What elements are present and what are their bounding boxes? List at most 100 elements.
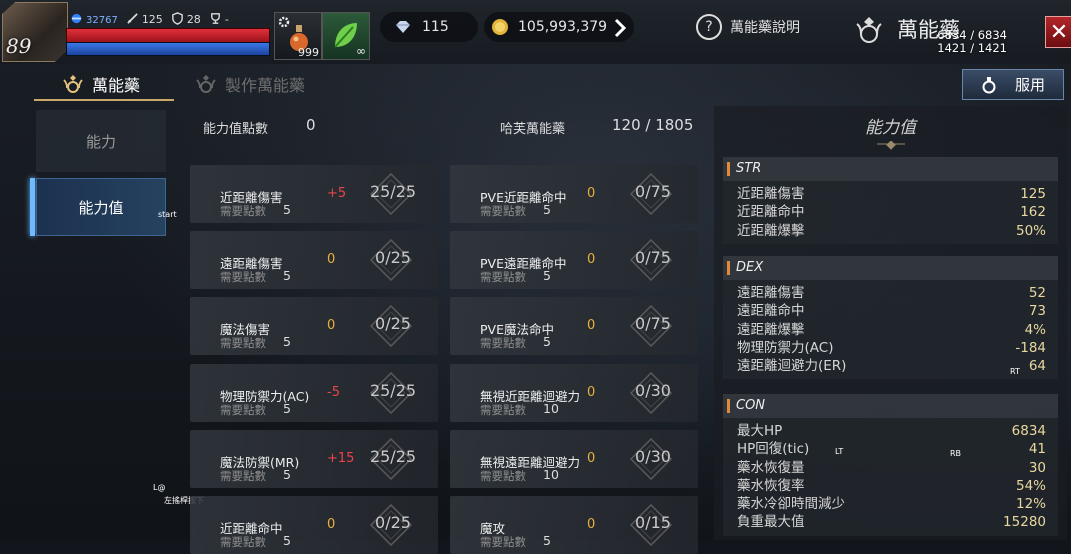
need-points-label: 需要點數: [220, 403, 266, 417]
stat-cell[interactable]: PVE魔法命中 需要點數 5 0 0/75: [450, 297, 698, 355]
points-label: 能力值點數: [203, 122, 269, 137]
stat-cell[interactable]: 近距離命中 需要點數 5 0 0/25: [190, 496, 438, 554]
diamond-icon: [396, 21, 410, 33]
stat-group-con: CON 最大HP 6834 HP回復(tic) 41 藥水恢復量 30 藥水恢復率 54% 藥水冷…: [723, 394, 1058, 536]
stat-cell[interactable]: 物理防禦力(AC) 需要點數 5 -5 25/25: [190, 364, 438, 422]
stat-row-label: 近距離爆擊: [737, 222, 805, 239]
stat-cell[interactable]: 無視近距離迴避力 需要點數 10 0 0/30: [450, 364, 698, 422]
trophy-icon: [210, 13, 220, 24]
stat-row: 遠距離迴避力(ER) 64: [737, 357, 1046, 375]
stat-cell[interactable]: 近距離傷害 需要點數 5 +5 25/25: [190, 165, 438, 223]
stat-row-value: 30: [1028, 459, 1046, 476]
stat-row-value: 52: [1028, 285, 1046, 301]
stat-delta: 0: [327, 517, 336, 532]
stat-row-label: 遠距離迴避力(ER): [737, 358, 847, 375]
player-stats: 32767 125 28 -: [70, 12, 229, 26]
lb-hint: L@: [153, 483, 166, 492]
stat-progress: 25/25: [369, 381, 417, 400]
stat-progress: 0/75: [635, 314, 671, 333]
need-points-value: 5: [283, 268, 291, 283]
stat-delta: +5: [327, 186, 347, 201]
stat-progress: 0/30: [635, 381, 671, 400]
potion-slot[interactable]: 999: [274, 12, 322, 60]
chevron-right-icon[interactable]: [613, 18, 627, 38]
stat-row: 近距離爆擊 50%: [737, 222, 1046, 240]
stat-row-value: 6834: [1011, 423, 1046, 439]
stat-row-label: 遠距離命中: [737, 303, 805, 320]
need-points-value: 5: [543, 202, 551, 217]
stat-row: 遠距離爆擊 4%: [737, 321, 1046, 339]
elixir-label: 哈芙萬能藥: [500, 122, 566, 137]
stat-delta: -5: [327, 385, 340, 400]
stat-cell[interactable]: 魔攻 需要點數 5 0 0/15: [450, 496, 698, 554]
close-button[interactable]: ✕: [1045, 16, 1071, 48]
help-button[interactable]: ? 萬能藥說明: [696, 14, 800, 40]
infinity-icon: ∞: [356, 44, 366, 58]
mp-bar: [66, 42, 270, 56]
use-button[interactable]: 服用: [962, 69, 1064, 100]
stats-panel-title: 能力值: [865, 118, 916, 138]
hp-bar: [66, 28, 270, 43]
stat-cell[interactable]: 遠距離傷害 需要點數 5 0 0/25: [190, 231, 438, 289]
question-icon: ?: [696, 14, 722, 40]
need-points-value: 5: [543, 334, 551, 349]
potion-count: 999: [298, 46, 319, 59]
stat-cell[interactable]: PVE近距離命中 需要點數 5 0 0/75: [450, 165, 698, 223]
stat-delta: 0: [587, 451, 596, 466]
stat-row-value: 50%: [1015, 222, 1046, 239]
stat-row: 藥水恢復量 30: [737, 459, 1046, 477]
stat-cell[interactable]: PVE遠距離命中 需要點數 5 0 0/75: [450, 231, 698, 289]
stat-row-value: 125: [1020, 186, 1046, 202]
shield-icon: [171, 12, 183, 25]
need-points-label: 需要點數: [220, 204, 266, 218]
elixir-slot[interactable]: ∞: [322, 12, 370, 60]
start-hint: start: [158, 210, 177, 219]
stat-group-header: DEX: [723, 256, 1058, 280]
sidebar-item-stats[interactable]: 能力值: [36, 178, 166, 236]
stat-row-label: 藥水冷卻時間減少: [737, 496, 845, 513]
need-points-value: 10: [543, 467, 559, 482]
stat-row-label: 藥水恢復率: [737, 477, 805, 494]
stat-row-label: 近距離命中: [737, 204, 805, 221]
stat-group-str: STR 近距離傷害 125 近距離命中 162 近距離爆擊 50%: [723, 157, 1058, 244]
stat-delta: 0: [587, 385, 596, 400]
need-points-label: 需要點數: [220, 270, 266, 284]
stat-cell[interactable]: 魔法傷害 需要點數 5 0 0/25: [190, 297, 438, 355]
stat-progress: 0/15: [635, 513, 671, 532]
stat-row-label: 最大HP: [737, 423, 783, 439]
stat-row-value: 12%: [1015, 496, 1046, 513]
gold-currency: 105,993,379: [484, 12, 634, 42]
stat-cell[interactable]: 無視遠距離迴避力 需要點數 10 0 0/30: [450, 430, 698, 488]
elixir-value: 120 / 1805: [612, 116, 694, 134]
stat-delta: 0: [327, 252, 336, 267]
craft-tab-icon: [196, 75, 216, 93]
avatar[interactable]: 89: [2, 2, 68, 62]
stat-progress: 0/30: [635, 447, 671, 466]
stat-row: 遠距離傷害 52: [737, 284, 1046, 302]
stat-progress: 0/75: [635, 182, 671, 201]
tab-craft-elixir[interactable]: 製作萬能藥: [195, 72, 305, 96]
stat-row-value: 162: [1020, 204, 1046, 221]
points-value: 0: [306, 116, 316, 134]
sidebar-item-ability[interactable]: 能力: [36, 110, 166, 172]
ornament-icon: [877, 141, 905, 150]
need-points-value: 5: [283, 401, 291, 416]
tab-elixir[interactable]: 萬能藥: [62, 72, 140, 96]
stat-row-value: 73: [1028, 303, 1046, 320]
flask-icon: [982, 76, 996, 93]
stat-row-label: 負重最大值: [737, 514, 805, 531]
need-points-value: 5: [283, 334, 291, 349]
need-points-value: 10: [543, 401, 559, 416]
stat-row: 物理防禦力(AC) -184: [737, 339, 1046, 357]
stat-row-value: 41: [1028, 441, 1046, 458]
close-icon: ✕: [1049, 19, 1069, 45]
stat-delta: 0: [587, 252, 596, 267]
stat-row: 最大HP 6834: [737, 422, 1046, 440]
stat-row: HP回復(tic) 41: [737, 440, 1046, 458]
need-points-value: 5: [543, 533, 551, 548]
stat-cell[interactable]: 魔法防禦(MR) 需要點數 5 +15 25/25: [190, 430, 438, 488]
need-points-label: 需要點數: [480, 403, 526, 417]
stat-group-header: CON: [723, 394, 1058, 418]
need-points-value: 5: [283, 202, 291, 217]
gold-coin-icon: [492, 19, 508, 35]
